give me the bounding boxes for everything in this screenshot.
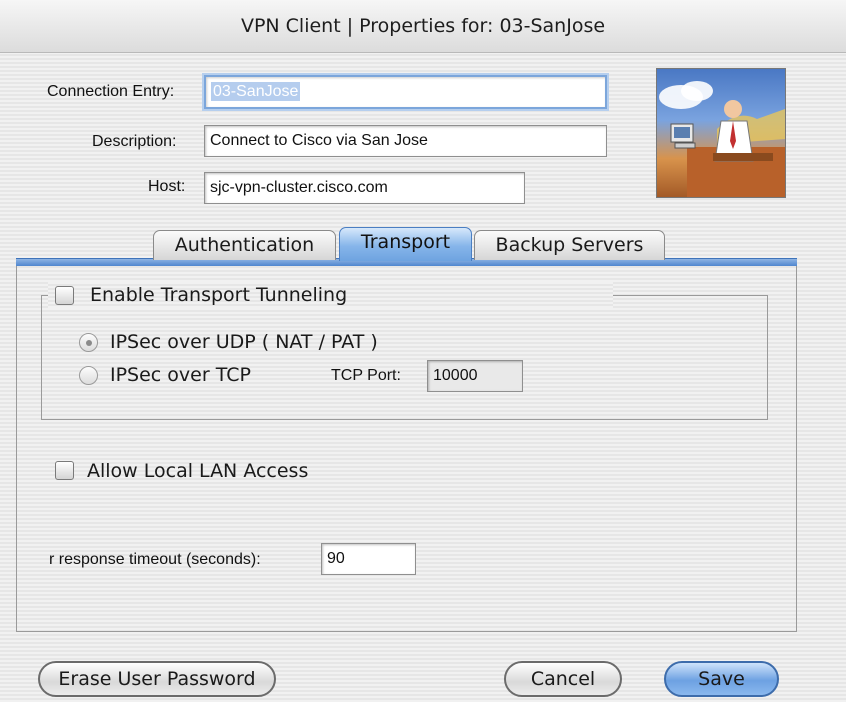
transport-tunneling-group bbox=[41, 295, 768, 420]
description-input[interactable]: Connect to Cisco via San Jose bbox=[204, 125, 607, 157]
tab-authentication[interactable]: Authentication bbox=[153, 230, 336, 260]
ipsec-tcp-label: IPSec over TCP bbox=[110, 364, 251, 386]
response-timeout-label: r response timeout (seconds): bbox=[49, 551, 261, 568]
connection-entry-label: Connection Entry: bbox=[47, 83, 175, 100]
erase-user-password-button[interactable]: Erase User Password bbox=[38, 661, 276, 697]
tcp-port-input[interactable]: 10000 bbox=[427, 360, 523, 392]
ipsec-udp-radio[interactable] bbox=[79, 333, 98, 352]
host-label: Host: bbox=[148, 178, 186, 195]
tcp-port-label: TCP Port: bbox=[331, 367, 401, 384]
connection-entry-value: 03-SanJose bbox=[211, 82, 301, 101]
ipsec-tcp-radio[interactable] bbox=[79, 366, 98, 385]
ipsec-udp-label: IPSec over UDP ( NAT / PAT ) bbox=[110, 331, 378, 353]
allow-local-lan-checkbox[interactable] bbox=[55, 461, 74, 480]
connection-entry-input[interactable]: 03-SanJose bbox=[204, 75, 607, 109]
window-title: VPN Client | Properties for: 03-SanJose bbox=[0, 0, 846, 53]
allow-local-lan-label: Allow Local LAN Access bbox=[87, 460, 309, 482]
save-button[interactable]: Save bbox=[664, 661, 779, 697]
vpn-user-illustration-icon bbox=[656, 68, 786, 198]
tab-transport[interactable]: Transport bbox=[339, 227, 472, 261]
enable-tunneling-label: Enable Transport Tunneling bbox=[90, 284, 348, 306]
cancel-button[interactable]: Cancel bbox=[504, 661, 622, 697]
description-label: Description: bbox=[92, 133, 177, 150]
response-timeout-input[interactable]: 90 bbox=[321, 543, 416, 575]
enable-tunneling-checkbox[interactable] bbox=[55, 286, 74, 305]
host-input[interactable]: sjc-vpn-cluster.cisco.com bbox=[204, 172, 525, 204]
tab-backup-servers[interactable]: Backup Servers bbox=[474, 230, 665, 260]
